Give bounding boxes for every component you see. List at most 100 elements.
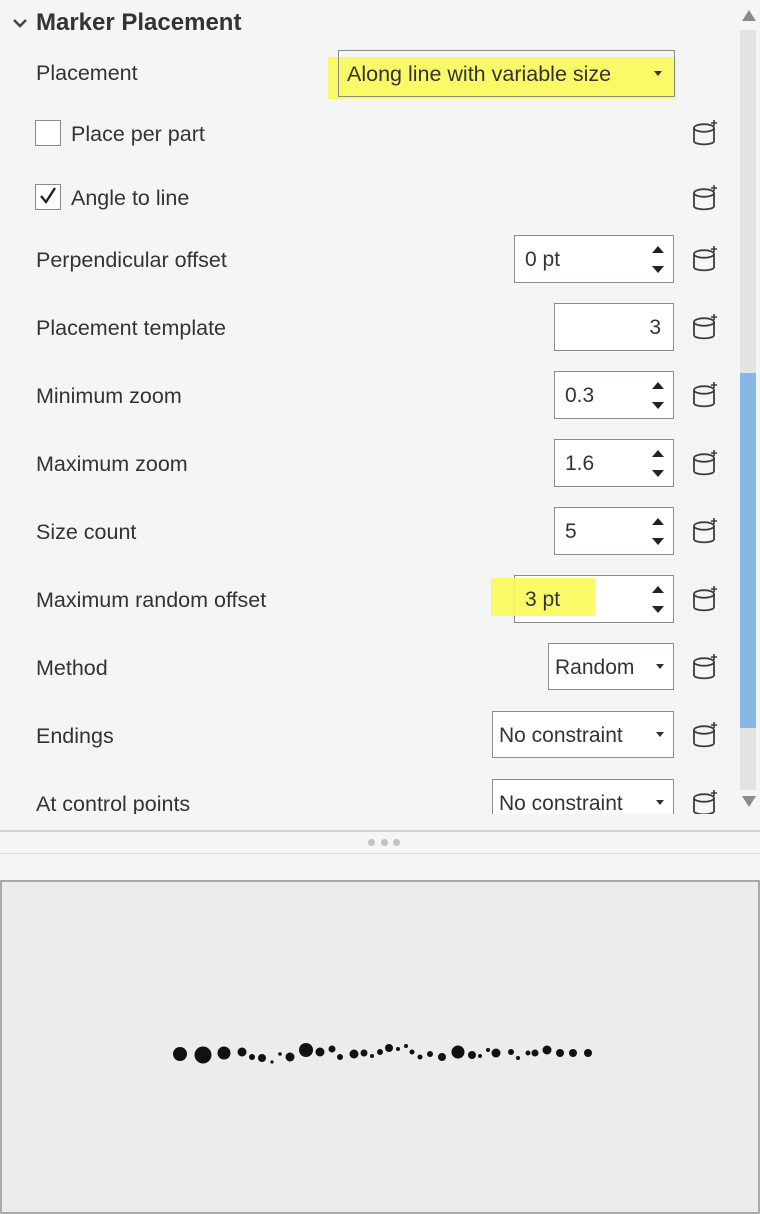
- endings-dropdown-value: No constraint: [499, 724, 623, 747]
- placement-dropdown-value: Along line with variable size: [347, 62, 612, 86]
- grip-dots-icon[interactable]: [368, 839, 400, 847]
- spin-up-icon[interactable]: [652, 518, 664, 525]
- pane-splitter[interactable]: [0, 830, 760, 854]
- maximum-zoom-input[interactable]: 1.6: [554, 439, 674, 487]
- marker-dot: [396, 1047, 400, 1051]
- spin-down-icon[interactable]: [652, 606, 664, 613]
- marker-dot: [556, 1049, 564, 1057]
- maximum-random-offset-label: Maximum random offset: [36, 588, 267, 612]
- marker-dot: [427, 1051, 433, 1057]
- minimum-zoom-value: 0.3: [565, 384, 595, 407]
- chevron-down-icon[interactable]: [10, 13, 30, 33]
- marker-dot: [451, 1045, 465, 1059]
- marker-dot: [370, 1054, 374, 1058]
- placement-template-value: 3: [649, 316, 661, 339]
- marker-dot: [237, 1047, 247, 1057]
- spin-down-icon[interactable]: [652, 538, 664, 545]
- placement-template-label: Placement template: [36, 316, 227, 340]
- method-label: Method: [36, 656, 108, 680]
- marker-dot: [508, 1049, 514, 1055]
- clipped-row-container: At control points No constraint: [0, 770, 736, 814]
- endings-label: Endings: [36, 724, 114, 748]
- spin-down-icon[interactable]: [652, 266, 664, 273]
- marker-dot: [328, 1045, 336, 1053]
- perpendicular-offset-value: 0 pt: [525, 248, 561, 271]
- placement-label: Placement: [36, 61, 138, 85]
- marker-dot: [542, 1045, 552, 1055]
- database-icon[interactable]: [690, 585, 720, 615]
- dropdown-arrow-icon: [656, 800, 664, 805]
- marker-dot: [285, 1052, 295, 1062]
- marker-dot: [478, 1054, 482, 1058]
- spin-up-icon[interactable]: [652, 586, 664, 593]
- spinner[interactable]: [651, 518, 665, 546]
- method-dropdown[interactable]: Random: [548, 643, 674, 690]
- marker-dot: [258, 1054, 266, 1062]
- database-icon[interactable]: [690, 653, 720, 683]
- marker-dot: [486, 1048, 490, 1052]
- section-header-marker-placement[interactable]: Marker Placement: [10, 6, 241, 40]
- section-title: Marker Placement: [36, 9, 242, 36]
- angle-to-line-checkbox[interactable]: [35, 184, 61, 210]
- place-per-part-checkbox[interactable]: [35, 120, 61, 146]
- spinner[interactable]: [651, 586, 665, 614]
- marker-dot: [377, 1049, 383, 1055]
- marker-dot: [194, 1046, 212, 1064]
- marker-dot: [270, 1060, 274, 1064]
- marker-dot: [349, 1049, 359, 1059]
- perpendicular-offset-input[interactable]: 0 pt: [514, 235, 674, 283]
- maximum-zoom-label: Maximum zoom: [36, 452, 188, 476]
- scroll-up-arrow[interactable]: [742, 10, 756, 21]
- spin-up-icon[interactable]: [652, 450, 664, 457]
- marker-dot: [249, 1054, 255, 1060]
- size-count-input[interactable]: 5: [554, 507, 674, 555]
- marker-dot: [531, 1049, 539, 1057]
- endings-dropdown[interactable]: No constraint: [492, 711, 674, 758]
- spin-up-icon[interactable]: [652, 382, 664, 389]
- database-icon[interactable]: [690, 381, 720, 411]
- database-icon[interactable]: [690, 119, 720, 149]
- placement-template-input[interactable]: 3: [554, 303, 674, 351]
- vertical-scrollbar[interactable]: [738, 0, 760, 822]
- spinner[interactable]: [651, 246, 665, 274]
- place-per-part-label: Place per part: [71, 122, 205, 146]
- marker-dot: [315, 1047, 325, 1057]
- marker-dot: [409, 1049, 415, 1055]
- scroll-thumb[interactable]: [740, 373, 756, 728]
- maximum-random-offset-input[interactable]: 3 pt: [491, 575, 674, 623]
- symbol-preview: [0, 880, 760, 1214]
- spinner[interactable]: [651, 382, 665, 410]
- marker-dot: [337, 1054, 343, 1060]
- maximum-random-offset-value: 3 pt: [525, 588, 561, 611]
- spinner[interactable]: [651, 450, 665, 478]
- minimum-zoom-input[interactable]: 0.3: [554, 371, 674, 419]
- spin-down-icon[interactable]: [652, 470, 664, 477]
- dropdown-arrow-icon: [654, 71, 662, 76]
- marker-dot: [525, 1050, 531, 1056]
- at-control-points-dropdown[interactable]: No constraint: [492, 779, 674, 814]
- at-control-points-label: At control points: [36, 792, 191, 814]
- marker-dot: [438, 1053, 446, 1061]
- database-icon[interactable]: [690, 789, 720, 814]
- minimum-zoom-label: Minimum zoom: [36, 384, 182, 408]
- marker-dot: [360, 1049, 368, 1057]
- database-icon[interactable]: [690, 184, 720, 214]
- placement-dropdown[interactable]: Along line with variable size: [338, 50, 675, 97]
- marker-dot: [385, 1044, 393, 1052]
- spin-up-icon[interactable]: [652, 246, 664, 253]
- marker-dot: [278, 1052, 282, 1056]
- database-icon[interactable]: [690, 517, 720, 547]
- dropdown-arrow-icon: [656, 664, 664, 669]
- marker-dot: [299, 1043, 313, 1057]
- marker-dot: [491, 1048, 501, 1058]
- checkmark-icon: [40, 187, 57, 205]
- scroll-down-arrow[interactable]: [742, 796, 756, 807]
- database-icon[interactable]: [690, 449, 720, 479]
- spin-down-icon[interactable]: [652, 402, 664, 409]
- marker-dot: [404, 1044, 408, 1048]
- database-icon[interactable]: [690, 313, 720, 343]
- marker-dot: [468, 1051, 476, 1059]
- database-icon[interactable]: [690, 721, 720, 751]
- database-icon[interactable]: [690, 245, 720, 275]
- size-count-value: 5: [565, 520, 577, 543]
